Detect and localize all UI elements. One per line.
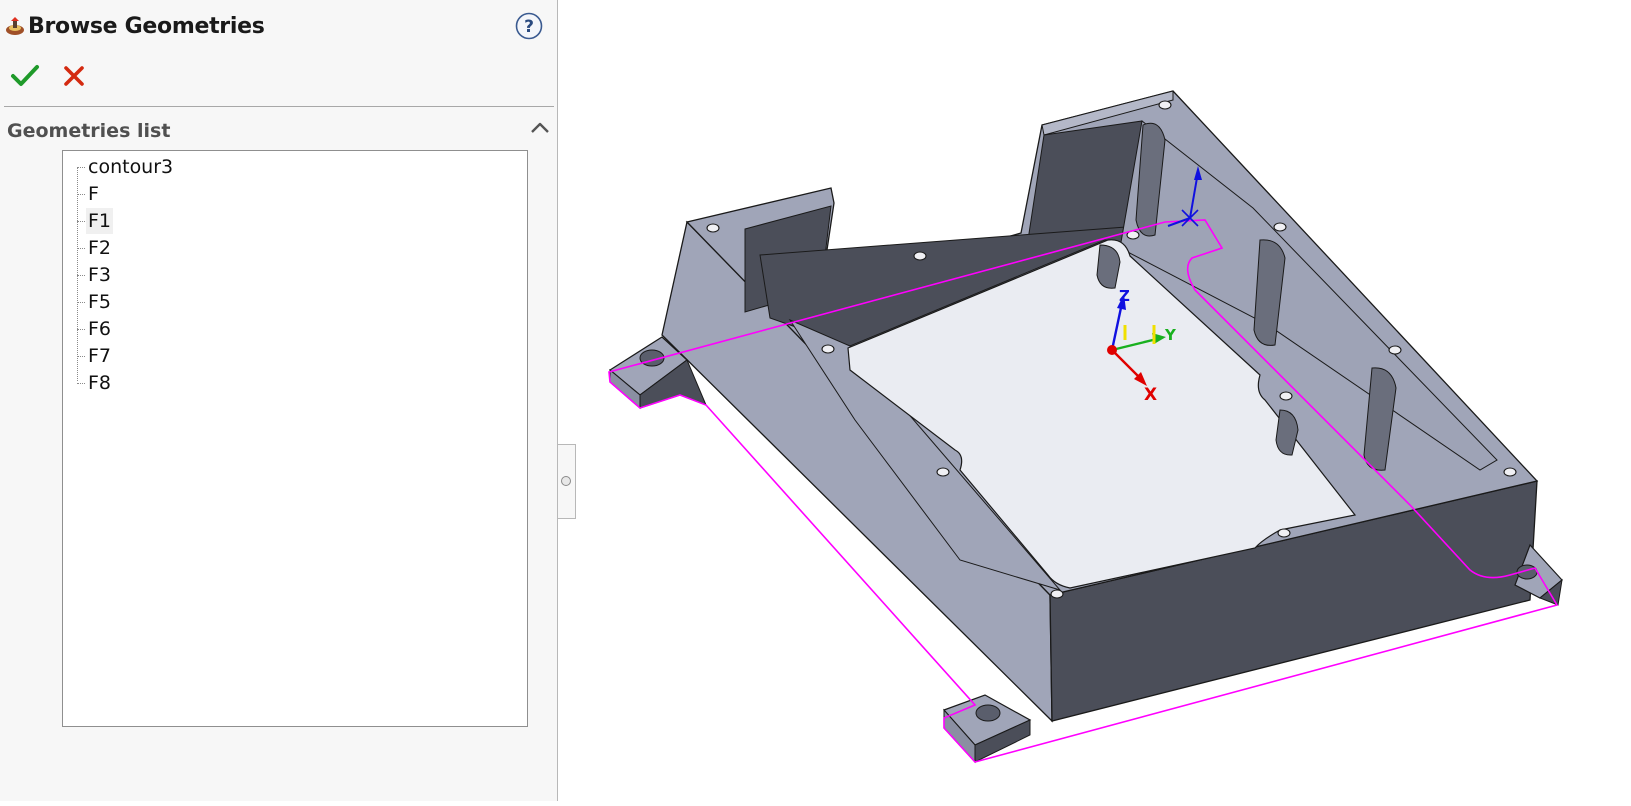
mounting-flange-bottom [942,694,1032,764]
geometry-item-label: F6 [88,318,112,340]
ok-button[interactable] [10,62,40,90]
cancel-button[interactable] [60,62,88,90]
geometry-item-label: F2 [88,237,112,259]
graphics-viewport[interactable]: Z Y X [559,0,1631,801]
geometries-list[interactable]: contour3 F F1 F2 F3 F5 F6 F7 F8 [62,150,528,727]
geometry-item-label: F1 [86,208,114,234]
part-model-view[interactable]: Z Y X [559,0,1631,801]
panel-title: Browse Geometries [28,14,265,39]
checkmark-icon [11,65,39,86]
section-title: Geometries list [7,120,171,142]
header-divider [4,106,554,107]
close-icon [64,66,84,86]
geometry-item-label: F [88,183,99,205]
tree-connector [77,383,85,384]
geometry-item-label: F5 [88,291,112,313]
tree-connector [77,329,85,330]
tree-connector [77,194,85,195]
help-icon[interactable]: ? [515,12,543,40]
tree-connector [77,167,85,168]
svg-text:?: ? [524,17,534,37]
camworks-icon [6,17,24,35]
axis-z-label: Z [1119,287,1130,305]
geometry-item-label: F3 [88,264,112,286]
chevron-up-icon[interactable] [528,118,552,138]
panel-header: Browse Geometries ? [0,0,558,52]
tree-connector [77,248,85,249]
geometry-item-label: F8 [88,372,112,394]
axis-y-label: Y [1164,326,1177,344]
axis-x-label: X [1144,385,1157,405]
tree-connector-line [77,167,78,381]
tree-connector [77,275,85,276]
property-manager-panel: Browse Geometries ? Geometries list cont… [0,0,558,801]
geometry-item-label: contour3 [88,156,174,178]
tree-connector [77,302,85,303]
geometry-item-label: F7 [88,345,112,367]
tree-connector [77,356,85,357]
tree-connector [77,221,85,222]
